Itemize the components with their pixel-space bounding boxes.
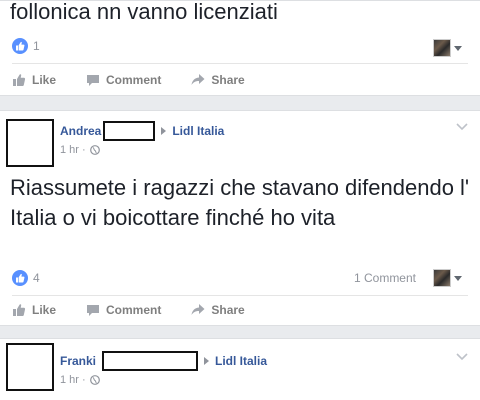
arrow-right-icon — [204, 357, 210, 365]
chevron-down-icon[interactable] — [456, 123, 468, 131]
author-line: Franki Lidl Italia — [60, 351, 267, 371]
chevron-down-icon[interactable] — [456, 353, 468, 361]
comment-label: Comment — [106, 303, 162, 317]
like-icon — [13, 74, 26, 86]
share-button[interactable]: Share — [191, 73, 245, 87]
comment-button[interactable]: Comment — [86, 303, 161, 317]
post-meta: 1 hr · — [60, 144, 100, 156]
avatar — [433, 39, 451, 57]
timestamp[interactable]: 1 hr · — [60, 144, 86, 156]
author-name[interactable]: Andrea — [60, 124, 101, 138]
timestamp[interactable]: 1 hr · — [60, 374, 86, 386]
globe-icon — [89, 145, 100, 155]
comment-count-link[interactable]: 1 Comment — [354, 271, 416, 285]
reaction-summary[interactable]: 1 — [12, 37, 40, 55]
share-icon — [191, 304, 205, 315]
like-button[interactable]: Like — [12, 73, 56, 87]
divider — [12, 295, 468, 296]
comment-label: Comment — [106, 73, 162, 87]
share-icon — [191, 74, 205, 85]
redaction-box — [102, 351, 199, 371]
like-reaction-icon — [12, 270, 28, 286]
post-meta: 1 hr · — [60, 374, 100, 386]
post-header: Franki Lidl Italia 1 hr · — [0, 339, 480, 395]
post-actions: Like Comment Share — [12, 303, 275, 317]
avatar[interactable] — [6, 119, 54, 167]
caret-down-icon — [454, 45, 462, 51]
like-icon — [13, 304, 26, 316]
comment-icon — [87, 305, 100, 316]
like-count: 4 — [33, 271, 40, 285]
like-reaction-icon — [12, 38, 28, 54]
comment-icon — [87, 75, 100, 86]
share-as-selector[interactable] — [433, 269, 462, 287]
redaction-box — [103, 121, 156, 141]
share-as-selector[interactable] — [433, 39, 462, 57]
post-card: follonica nn vanno licenziati 1 Like Com… — [0, 0, 480, 96]
like-count: 1 — [33, 39, 40, 53]
arrow-right-icon — [161, 127, 167, 135]
post-card: Andrea Lidl Italia 1 hr · Riassumete i r… — [0, 110, 480, 326]
post-card: Franki Lidl Italia 1 hr · — [0, 338, 480, 400]
comment-button[interactable]: Comment — [86, 73, 161, 87]
page-name[interactable]: Lidl Italia — [215, 354, 267, 368]
author-name[interactable]: Franki — [60, 354, 96, 368]
share-label: Share — [211, 73, 245, 87]
avatar[interactable] — [6, 343, 54, 391]
like-label: Like — [32, 73, 57, 87]
caret-down-icon — [454, 275, 462, 281]
post-text: Riassumete i ragazzi che stavano difende… — [10, 175, 470, 230]
avatar — [433, 269, 451, 287]
like-button[interactable]: Like — [12, 303, 56, 317]
reaction-summary[interactable]: 4 — [12, 269, 40, 287]
like-label: Like — [32, 303, 57, 317]
post-actions: Like Comment Share — [12, 73, 275, 87]
share-label: Share — [211, 303, 245, 317]
post-text: follonica nn vanno licenziati — [10, 0, 278, 24]
post-header: Andrea Lidl Italia 1 hr · — [0, 111, 480, 167]
globe-icon — [89, 375, 100, 385]
author-line: Andrea Lidl Italia — [60, 121, 224, 141]
divider — [12, 63, 468, 64]
page-name[interactable]: Lidl Italia — [172, 124, 224, 138]
share-button[interactable]: Share — [191, 303, 245, 317]
